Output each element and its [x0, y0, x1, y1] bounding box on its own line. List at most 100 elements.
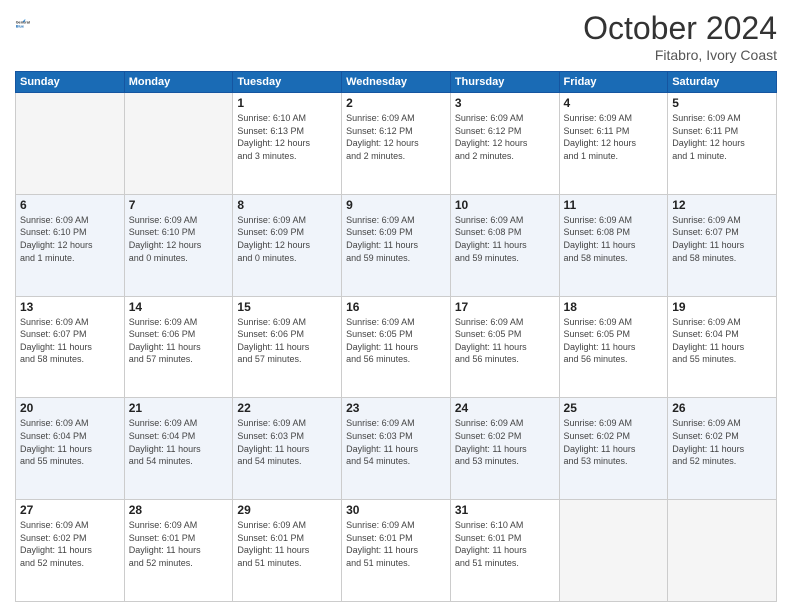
day-number: 21: [129, 401, 229, 415]
day-info: Sunrise: 6:09 AM Sunset: 6:06 PM Dayligh…: [237, 316, 337, 366]
day-number: 27: [20, 503, 120, 517]
day-number: 12: [672, 198, 772, 212]
col-friday: Friday: [559, 72, 668, 93]
day-info: Sunrise: 6:09 AM Sunset: 6:10 PM Dayligh…: [20, 214, 120, 264]
day-info: Sunrise: 6:09 AM Sunset: 6:01 PM Dayligh…: [346, 519, 446, 569]
day-info: Sunrise: 6:09 AM Sunset: 6:03 PM Dayligh…: [237, 417, 337, 467]
day-number: 29: [237, 503, 337, 517]
table-row: 17Sunrise: 6:09 AM Sunset: 6:05 PM Dayli…: [450, 296, 559, 398]
table-row: 9 Sunrise: 6:09 AM Sunset: 6:09 PM Daylig…: [342, 194, 451, 296]
calendar-week-row: 13 Sunrise: 6:09 AM Sunset: 6:07 PM Dayli…: [16, 296, 777, 398]
day-number: 25: [564, 401, 664, 415]
table-row: 1 Sunrise: 6:10 AM Sunset: 6:13 PM Daylig…: [233, 93, 342, 195]
table-row: 18Sunrise: 6:09 AM Sunset: 6:05 PM Dayli…: [559, 296, 668, 398]
day-number: 30: [346, 503, 446, 517]
day-info: Sunrise: 6:09 AM Sunset: 6:04 PM Dayligh…: [129, 417, 229, 467]
table-row: 27 Sunrise: 6:09 AM Sunset: 6:02 PM Dayli…: [16, 500, 125, 602]
day-number: 6: [20, 198, 120, 212]
table-row: 20Sunrise: 6:09 AM Sunset: 6:04 PM Dayli…: [16, 398, 125, 500]
table-row: 21 Sunrise: 6:09 AM Sunset: 6:04 PM Dayli…: [124, 398, 233, 500]
day-number: 3: [455, 96, 555, 110]
table-row: 25 Sunrise: 6:09 AM Sunset: 6:02 PM Dayli…: [559, 398, 668, 500]
day-number: 31: [455, 503, 555, 517]
table-row: 8 Sunrise: 6:09 AM Sunset: 6:09 PM Daylig…: [233, 194, 342, 296]
table-row: 19 Sunrise: 6:09 AM Sunset: 6:04 PM Dayli…: [668, 296, 777, 398]
day-info: Sunrise: 6:09 AM Sunset: 6:02 PM Dayligh…: [20, 519, 120, 569]
day-number: 19: [672, 300, 772, 314]
day-info: Sunrise: 6:09 AM Sunset: 6:01 PM Dayligh…: [129, 519, 229, 569]
day-number: 26: [672, 401, 772, 415]
day-info: Sunrise: 6:09 AM Sunset: 6:10 PM Dayligh…: [129, 214, 229, 264]
day-info: Sunrise: 6:09 AM Sunset: 6:08 PM Dayligh…: [455, 214, 555, 264]
day-number: 15: [237, 300, 337, 314]
table-row: 11Sunrise: 6:09 AM Sunset: 6:08 PM Dayli…: [559, 194, 668, 296]
col-saturday: Saturday: [668, 72, 777, 93]
day-info: Sunrise: 6:10 AM Sunset: 6:01 PM Dayligh…: [455, 519, 555, 569]
day-info: Sunrise: 6:09 AM Sunset: 6:04 PM Dayligh…: [672, 316, 772, 366]
day-info: Sunrise: 6:09 AM Sunset: 6:07 PM Dayligh…: [672, 214, 772, 264]
table-row: 5 Sunrise: 6:09 AM Sunset: 6:11 PM Daylig…: [668, 93, 777, 195]
day-number: 14: [129, 300, 229, 314]
header-row: Sunday Monday Tuesday Wednesday Thursday…: [16, 72, 777, 93]
svg-text:Blue: Blue: [16, 25, 24, 29]
day-number: 16: [346, 300, 446, 314]
table-row: 24Sunrise: 6:09 AM Sunset: 6:02 PM Dayli…: [450, 398, 559, 500]
day-info: Sunrise: 6:09 AM Sunset: 6:12 PM Dayligh…: [346, 112, 446, 162]
table-row: 13 Sunrise: 6:09 AM Sunset: 6:07 PM Dayli…: [16, 296, 125, 398]
day-number: 10: [455, 198, 555, 212]
col-tuesday: Tuesday: [233, 72, 342, 93]
day-info: Sunrise: 6:09 AM Sunset: 6:07 PM Dayligh…: [20, 316, 120, 366]
day-number: 17: [455, 300, 555, 314]
table-row: 29 Sunrise: 6:09 AM Sunset: 6:01 PM Dayli…: [233, 500, 342, 602]
table-row: [16, 93, 125, 195]
col-sunday: Sunday: [16, 72, 125, 93]
day-info: Sunrise: 6:09 AM Sunset: 6:05 PM Dayligh…: [564, 316, 664, 366]
table-row: 31 Sunrise: 6:10 AM Sunset: 6:01 PM Dayli…: [450, 500, 559, 602]
day-info: Sunrise: 6:09 AM Sunset: 6:03 PM Dayligh…: [346, 417, 446, 467]
day-number: 22: [237, 401, 337, 415]
day-number: 1: [237, 96, 337, 110]
title-block: October 2024 Fitabro, Ivory Coast: [583, 10, 777, 63]
table-row: 3 Sunrise: 6:09 AM Sunset: 6:12 PM Daylig…: [450, 93, 559, 195]
day-number: 9: [346, 198, 446, 212]
day-info: Sunrise: 6:09 AM Sunset: 6:05 PM Dayligh…: [346, 316, 446, 366]
table-row: 4Sunrise: 6:09 AM Sunset: 6:11 PM Daylig…: [559, 93, 668, 195]
table-row: 14 Sunrise: 6:09 AM Sunset: 6:06 PM Dayli…: [124, 296, 233, 398]
day-info: Sunrise: 6:09 AM Sunset: 6:04 PM Dayligh…: [20, 417, 120, 467]
table-row: 23Sunrise: 6:09 AM Sunset: 6:03 PM Dayli…: [342, 398, 451, 500]
logo-icon: General Blue: [15, 10, 43, 38]
day-info: Sunrise: 6:09 AM Sunset: 6:06 PM Dayligh…: [129, 316, 229, 366]
page: General Blue October 2024 Fitabro, Ivory…: [0, 0, 792, 612]
col-monday: Monday: [124, 72, 233, 93]
day-info: Sunrise: 6:10 AM Sunset: 6:13 PM Dayligh…: [237, 112, 337, 162]
calendar-table: Sunday Monday Tuesday Wednesday Thursday…: [15, 71, 777, 602]
day-info: Sunrise: 6:09 AM Sunset: 6:12 PM Dayligh…: [455, 112, 555, 162]
table-row: 30 Sunrise: 6:09 AM Sunset: 6:01 PM Dayli…: [342, 500, 451, 602]
day-info: Sunrise: 6:09 AM Sunset: 6:09 PM Dayligh…: [237, 214, 337, 264]
day-number: 28: [129, 503, 229, 517]
day-number: 8: [237, 198, 337, 212]
table-row: 2 Sunrise: 6:09 AM Sunset: 6:12 PM Daylig…: [342, 93, 451, 195]
table-row: 7Sunrise: 6:09 AM Sunset: 6:10 PM Daylig…: [124, 194, 233, 296]
col-thursday: Thursday: [450, 72, 559, 93]
table-row: 6 Sunrise: 6:09 AM Sunset: 6:10 PM Daylig…: [16, 194, 125, 296]
day-number: 4: [564, 96, 664, 110]
day-info: Sunrise: 6:09 AM Sunset: 6:02 PM Dayligh…: [564, 417, 664, 467]
day-number: 2: [346, 96, 446, 110]
day-info: Sunrise: 6:09 AM Sunset: 6:02 PM Dayligh…: [672, 417, 772, 467]
table-row: [559, 500, 668, 602]
day-number: 5: [672, 96, 772, 110]
calendar-week-row: 27 Sunrise: 6:09 AM Sunset: 6:02 PM Dayli…: [16, 500, 777, 602]
day-info: Sunrise: 6:09 AM Sunset: 6:08 PM Dayligh…: [564, 214, 664, 264]
svg-text:General: General: [16, 20, 30, 24]
day-info: Sunrise: 6:09 AM Sunset: 6:01 PM Dayligh…: [237, 519, 337, 569]
calendar-week-row: 1 Sunrise: 6:10 AM Sunset: 6:13 PM Daylig…: [16, 93, 777, 195]
day-number: 24: [455, 401, 555, 415]
table-row: 28 Sunrise: 6:09 AM Sunset: 6:01 PM Dayli…: [124, 500, 233, 602]
table-row: 12 Sunrise: 6:09 AM Sunset: 6:07 PM Dayli…: [668, 194, 777, 296]
calendar-week-row: 6 Sunrise: 6:09 AM Sunset: 6:10 PM Daylig…: [16, 194, 777, 296]
day-info: Sunrise: 6:09 AM Sunset: 6:11 PM Dayligh…: [672, 112, 772, 162]
table-row: 16 Sunrise: 6:09 AM Sunset: 6:05 PM Dayli…: [342, 296, 451, 398]
day-number: 13: [20, 300, 120, 314]
day-info: Sunrise: 6:09 AM Sunset: 6:09 PM Dayligh…: [346, 214, 446, 264]
